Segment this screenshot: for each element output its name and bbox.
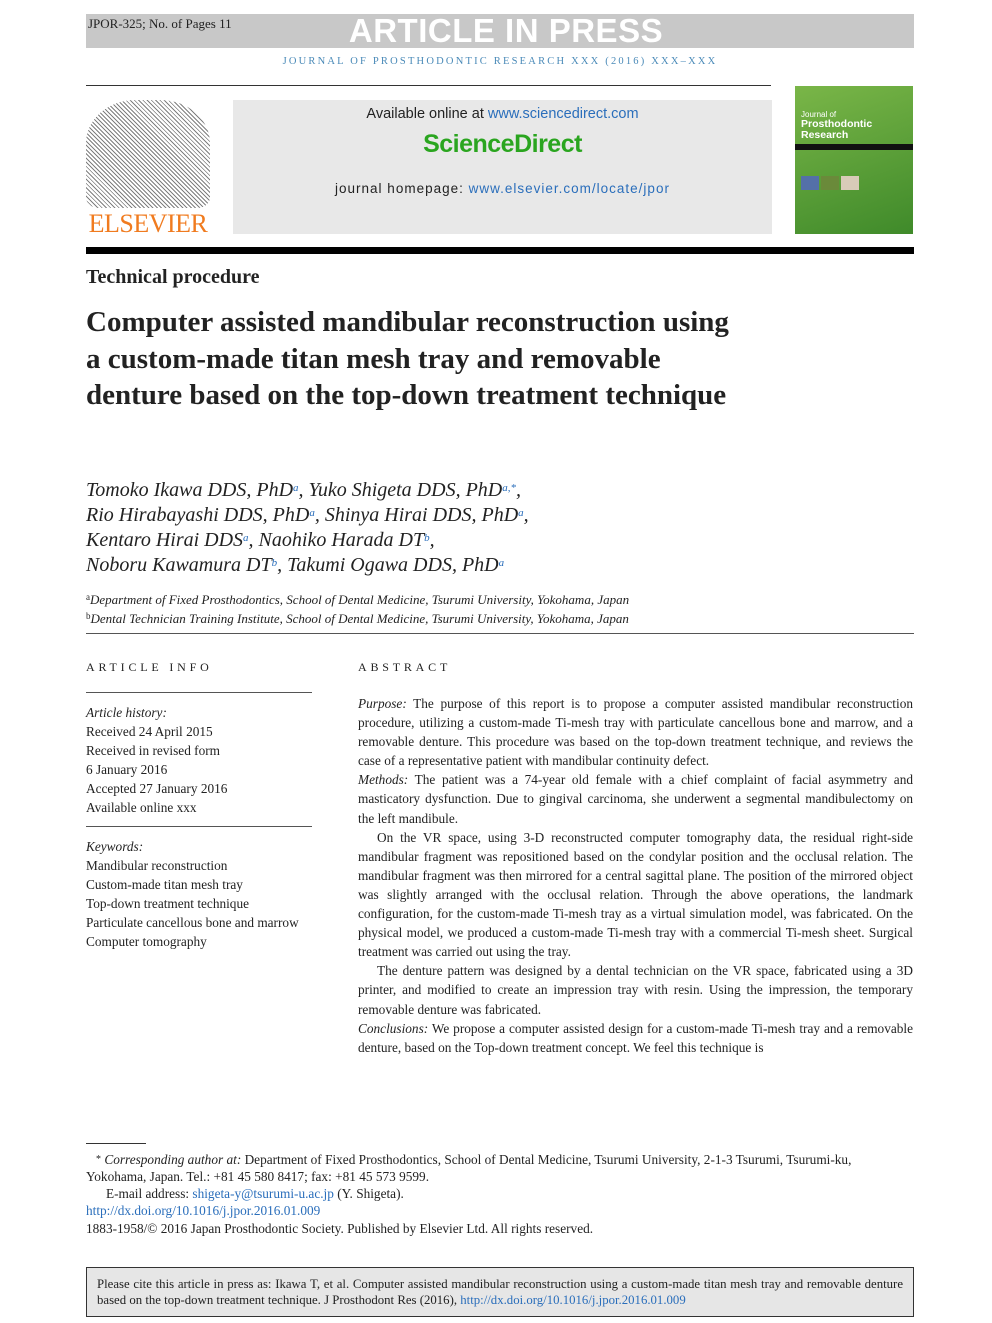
abstract-text: The purpose of this report is to propose…	[358, 696, 913, 769]
author-affiliation-mark[interactable]: a	[309, 507, 315, 519]
copyright: 1883-1958/© 2016 Japan Prosthodontic Soc…	[86, 1221, 594, 1236]
star-mark: *	[96, 1154, 101, 1165]
cover-images	[801, 176, 907, 190]
email-label: E-mail address:	[106, 1186, 193, 1201]
author-name[interactable]: Rio Hirabayashi DDS, PhD	[86, 504, 309, 526]
author-affiliation-mark[interactable]: b	[424, 532, 430, 544]
divider	[86, 85, 771, 86]
abstract-paragraph: Purpose: The purpose of this report is t…	[358, 694, 913, 770]
history-item: Accepted 27 January 2016	[86, 781, 228, 797]
elsevier-wordmark: ELSEVIER	[88, 209, 208, 238]
elsevier-tree-icon	[86, 100, 210, 208]
author-affiliation-mark[interactable]: b	[272, 557, 278, 569]
history-list: Received 24 April 2015 Received in revise…	[86, 722, 312, 817]
sciencedirect-logo[interactable]: ScienceDirect	[233, 130, 772, 159]
email-suffix: (Y. Shigeta).	[333, 1186, 404, 1201]
abstract-label: Conclusions:	[358, 1020, 429, 1036]
abstract-label: Methods:	[358, 772, 409, 788]
cover-title-3: Research	[801, 129, 849, 141]
corresponding-author: * Corresponding author at: Department of…	[86, 1151, 914, 1185]
author-name[interactable]: Naohiko Harada DT	[259, 529, 425, 551]
article-info-heading: ARTICLE INFO	[86, 660, 213, 674]
divider	[86, 825, 312, 827]
homepage-link[interactable]: www.elsevier.com/locate/jpor	[469, 181, 670, 196]
available-label: Available online at	[366, 106, 488, 122]
citation-box: Please cite this article in press as: Ik…	[86, 1267, 914, 1317]
article-info: Article history: Received 24 April 2015 R…	[86, 686, 312, 951]
section-label: Technical procedure	[86, 266, 260, 288]
keyword: Mandibular reconstruction	[86, 857, 228, 873]
divider	[86, 633, 914, 634]
journal-line: JOURNAL OF PROSTHODONTIC RESEARCH XXX (2…	[282, 56, 718, 67]
abstract-paragraph: On the VR space, using 3-D reconstructed…	[358, 828, 913, 962]
divider	[86, 692, 312, 693]
author-name[interactable]: Takumi Ogawa DDS, PhD	[287, 554, 499, 576]
keyword: Particulate cancellous bone and marrow	[86, 914, 299, 930]
author-affiliation-mark[interactable]: a	[243, 532, 249, 544]
affiliations: aDepartment of Fixed Prosthodontics, Sch…	[86, 590, 629, 628]
author-list: Tomoko Ikawa DDS, PhDa, Yuko Shigeta DDS…	[86, 479, 529, 576]
history-item: Received in revised form	[86, 743, 221, 759]
author-affiliation-mark[interactable]: a	[518, 507, 524, 519]
keyword: Custom-made titan mesh tray	[86, 876, 243, 892]
keywords-label: Keywords:	[86, 838, 144, 854]
article-title: Computer assisted mandibular reconstruct…	[86, 306, 729, 412]
abstract-heading: ABSTRACT	[358, 660, 452, 674]
sciencedirect-link[interactable]: www.sciencedirect.com	[488, 106, 639, 122]
affiliation-text: Department of Fixed Prosthodontics, Scho…	[90, 592, 630, 607]
banner-text: ARTICLE IN PRESS	[348, 12, 664, 49]
footnotes: * Corresponding author at: Department of…	[86, 1151, 914, 1237]
author-name[interactable]: Tomoko Ikawa DDS, PhD	[86, 479, 293, 501]
affiliation: aDepartment of Fixed Prosthodontics, Sch…	[86, 590, 629, 609]
affiliation-text: Dental Technician Training Institute, Sc…	[90, 611, 629, 626]
doi-link[interactable]: http://dx.doi.org/10.1016/j.jpor.2016.01…	[86, 1202, 914, 1219]
email-line: E-mail address: shigeta-y@tsurumi-u.ac.j…	[86, 1185, 914, 1202]
author-name[interactable]: Kentaro Hirai DDS	[86, 529, 243, 551]
abstract-body: Purpose: The purpose of this report is t…	[358, 694, 913, 1057]
author-affiliation-mark[interactable]: a	[293, 482, 299, 494]
abstract-paragraph: Methods: The patient was a 74-year old f…	[358, 770, 913, 827]
affiliation: bDental Technician Training Institute, S…	[86, 609, 629, 628]
abstract-paragraph: Conclusions: We propose a computer assis…	[358, 1019, 913, 1057]
available-online: Available online at www.sciencedirect.co…	[233, 106, 772, 122]
header-rule	[86, 247, 914, 254]
abstract-text: We propose a computer assisted design fo…	[358, 1020, 913, 1055]
abstract-paragraph: The denture pattern was designed by a de…	[358, 961, 913, 1018]
sciencedirect-box: Available online at www.sciencedirect.co…	[233, 100, 772, 234]
author-name[interactable]: Noboru Kawamura DT	[86, 554, 272, 576]
history-label: Article history:	[86, 705, 167, 720]
keywords-list: Mandibular reconstruction Custom-made tit…	[86, 856, 312, 951]
keyword: Top-down treatment technique	[86, 895, 250, 911]
affiliation-key: b	[86, 611, 91, 621]
abstract-label: Purpose:	[358, 696, 407, 711]
abstract-text: The denture pattern was designed by a de…	[358, 963, 913, 1017]
journal-homepage: journal homepage: www.elsevier.com/locat…	[233, 181, 772, 196]
author-affiliation-mark[interactable]: a,*	[502, 482, 516, 494]
history-item: Available online xxx	[86, 800, 197, 816]
abstract-text: The patient was a 74-year old female wit…	[358, 772, 913, 826]
history-item: 6 January 2016	[86, 762, 168, 778]
author-affiliation-mark[interactable]: a	[499, 557, 505, 569]
affiliation-key: a	[86, 592, 90, 602]
keyword: Computer tomography	[86, 934, 207, 950]
homepage-label: journal homepage:	[335, 181, 469, 196]
footnote-rule	[86, 1143, 146, 1144]
history-item: Received 24 April 2015	[86, 724, 213, 740]
abstract-text: On the VR space, using 3-D reconstructed…	[358, 829, 913, 960]
author-name[interactable]: Yuko Shigeta DDS, PhD	[309, 479, 503, 501]
journal-cover[interactable]: Journal of Prosthodontic Research	[795, 86, 913, 234]
corr-label: Corresponding author at:	[104, 1152, 242, 1167]
email-link[interactable]: shigeta-y@tsurumi-u.ac.jp	[192, 1186, 334, 1201]
elsevier-logo[interactable]: ELSEVIER	[86, 100, 210, 238]
citation-doi-link[interactable]: http://dx.doi.org/10.1016/j.jpor.2016.01…	[460, 1293, 686, 1307]
author-name[interactable]: Shinya Hirai DDS, PhD	[325, 504, 518, 526]
cover-band	[795, 144, 913, 150]
